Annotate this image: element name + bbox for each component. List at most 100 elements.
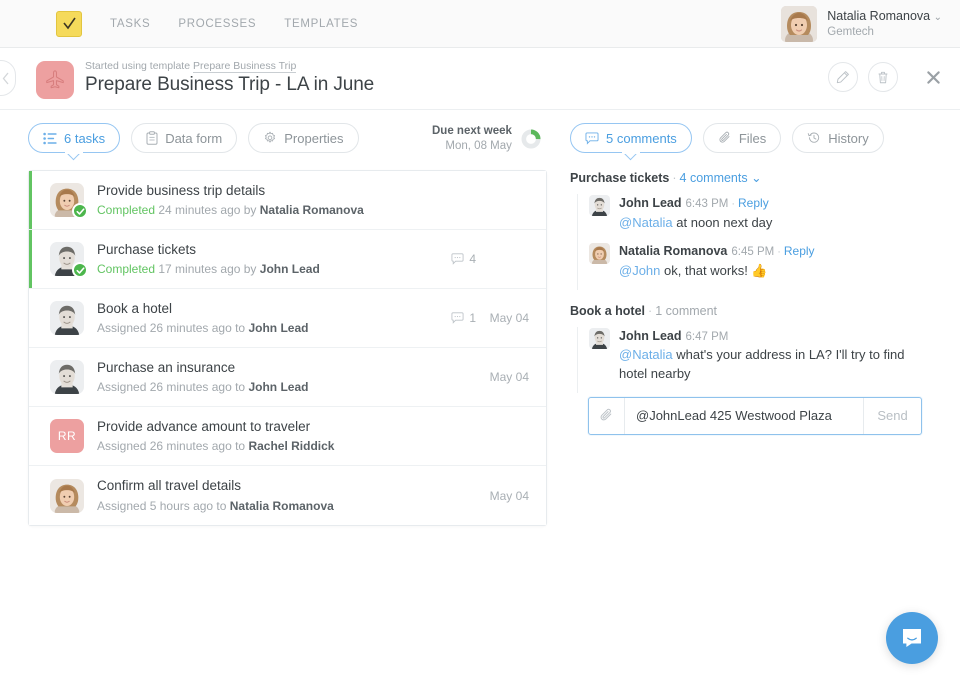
- task-row[interactable]: RR Provide advance amount to traveler Assi…: [29, 407, 546, 466]
- due-date: Mon, 08 May: [445, 139, 512, 152]
- task-meta: Assigned 26 minutes ago to Rachel Riddic…: [97, 438, 485, 454]
- user-name: Natalia Romanova ⌄: [827, 9, 942, 25]
- tab-comments[interactable]: 5 comments: [570, 123, 692, 154]
- tab-files-label: Files: [738, 130, 767, 146]
- project-icon: [36, 61, 74, 99]
- thread-header: Book a hotel · 1 comment: [570, 304, 930, 318]
- nav-item-templates[interactable]: TEMPLATES: [284, 18, 358, 30]
- status-accent-bar: [29, 230, 32, 288]
- task-row[interactable]: Provide business trip details Completed 2…: [29, 171, 546, 230]
- thread-comment-count[interactable]: 4 comments ⌄: [680, 171, 762, 185]
- task-avatar: RR: [50, 419, 84, 453]
- chat-bubble-smile-icon: [903, 629, 921, 647]
- check-icon: [75, 266, 85, 274]
- task-avatar: [50, 183, 88, 219]
- task-row[interactable]: Purchase an insurance Assigned 26 minutes…: [29, 348, 546, 407]
- comment: Natalia Romanova 6:45 PM · Reply @John ok, t…: [578, 242, 930, 290]
- tab-properties[interactable]: Properties: [248, 123, 359, 153]
- comment-body: Natalia Romanova 6:45 PM · Reply @John ok, t…: [619, 242, 930, 281]
- user-menu[interactable]: Natalia Romanova ⌄ Gemtech: [781, 6, 942, 42]
- tab-files[interactable]: Files: [702, 123, 782, 153]
- comment-time: 6:43 PM: [685, 198, 729, 210]
- task-body: Confirm all travel details Assigned 5 hou…: [97, 477, 485, 513]
- list-icon: [43, 132, 57, 144]
- checkmark-logo[interactable]: [56, 10, 82, 37]
- comment-text-body: at noon next day: [672, 214, 773, 230]
- task-row[interactable]: Confirm all travel details Assigned 5 hou…: [29, 466, 546, 525]
- comment-count-label: 4: [469, 252, 476, 266]
- completed-check-badge: [72, 262, 88, 278]
- comment-text-body: ok, that works! 👍: [660, 262, 768, 278]
- comment-avatar: [589, 242, 610, 264]
- tab-comments-label: 5 comments: [606, 130, 677, 146]
- comment-count: 1: [451, 311, 476, 325]
- chevron-left-icon: [2, 72, 9, 84]
- task-date: May 04: [489, 311, 529, 325]
- task-right: May 04: [485, 489, 529, 503]
- due-label: Due next week: [432, 125, 512, 137]
- task-right: 4: [451, 252, 529, 266]
- comment-composer[interactable]: Send: [588, 396, 922, 435]
- task-meta-mid: 26 minutes ago to: [146, 380, 249, 395]
- task-body: Purchase tickets Completed 17 minutes ago…: [97, 241, 451, 277]
- comment-author: Natalia Romanova: [619, 243, 728, 258]
- mention[interactable]: @Natalia: [619, 215, 673, 230]
- task-meta: Assigned 26 minutes ago to John Lead: [97, 320, 451, 336]
- task-name: Purchase tickets: [97, 241, 197, 257]
- avatar: [50, 478, 84, 513]
- status-accent-bar: [29, 407, 32, 465]
- task-name: Book a hotel: [97, 300, 173, 316]
- comment-separator: ·: [731, 198, 736, 210]
- edit-button[interactable]: [828, 62, 858, 92]
- thread-title: Book a hotel: [570, 303, 646, 318]
- close-button[interactable]: [922, 66, 944, 88]
- nav-item-tasks[interactable]: TASKS: [110, 18, 150, 30]
- page-header: Started using template Prepare Business …: [0, 48, 960, 110]
- close-icon: [926, 70, 940, 84]
- attach-button[interactable]: [589, 397, 625, 434]
- delete-button[interactable]: [868, 62, 898, 92]
- intercom-chat-button[interactable]: [886, 612, 938, 664]
- avatar: [50, 301, 84, 335]
- airplane-icon: [46, 70, 64, 89]
- comment-input[interactable]: [625, 397, 863, 434]
- task-meta-mid: 26 minutes ago to: [146, 321, 249, 336]
- task-meta-mid: 5 hours ago to: [146, 498, 230, 513]
- task-meta: Completed 24 minutes ago by Natalia Roma…: [97, 202, 485, 218]
- tab-history-label: History: [828, 130, 869, 146]
- avatar: [50, 360, 84, 394]
- reply-link[interactable]: Reply: [738, 196, 769, 210]
- paperclip-icon: [719, 131, 730, 143]
- back-button[interactable]: [0, 60, 16, 96]
- comments-panel: Purchase tickets · 4 comments ⌄ John Lead 6:…: [570, 170, 930, 435]
- mention[interactable]: @John: [619, 263, 660, 278]
- tab-data-form[interactable]: Data form: [131, 123, 238, 153]
- task-meta: Assigned 5 hours ago to Natalia Romanova: [97, 498, 485, 514]
- completed-check-badge: [72, 203, 88, 219]
- send-button[interactable]: Send: [863, 397, 921, 434]
- template-link[interactable]: Prepare Business Trip: [192, 60, 297, 73]
- task-row[interactable]: Book a hotel Assigned 26 minutes ago to J…: [29, 289, 546, 348]
- mention[interactable]: @Natalia: [619, 347, 673, 362]
- task-avatar: [50, 301, 84, 335]
- tab-tasks[interactable]: 6 tasks: [28, 123, 121, 154]
- task-row[interactable]: Purchase tickets Completed 17 minutes ago…: [29, 230, 546, 289]
- comment-body: John Lead 6:47 PM @Natalia what's your add…: [619, 327, 930, 384]
- thread-separator: ·: [672, 171, 677, 185]
- thread: John Lead 6:43 PM · Reply @Natalia at noon n…: [577, 194, 930, 290]
- reply-link[interactable]: Reply: [784, 244, 815, 258]
- task-meta-mid: 17 minutes ago by: [155, 262, 260, 277]
- user-name-label: Natalia Romanova: [827, 9, 931, 23]
- task-meta: Completed 17 minutes ago by John Lead: [97, 261, 451, 277]
- comment-header: John Lead 6:43 PM · Reply: [619, 194, 930, 213]
- comment-icon: [451, 312, 464, 324]
- comment-text: @Natalia at noon next day: [619, 214, 930, 233]
- nav-item-processes[interactable]: PROCESSES: [178, 18, 256, 30]
- comment-count: 4: [451, 252, 476, 266]
- thread-spacer: [570, 290, 930, 304]
- tab-tasks-label: 6 tasks: [64, 130, 106, 146]
- task-name: Provide advance amount to traveler: [97, 418, 311, 434]
- tab-history[interactable]: History: [792, 123, 884, 153]
- comment-icon: [585, 131, 599, 145]
- comment-separator: ·: [777, 245, 781, 258]
